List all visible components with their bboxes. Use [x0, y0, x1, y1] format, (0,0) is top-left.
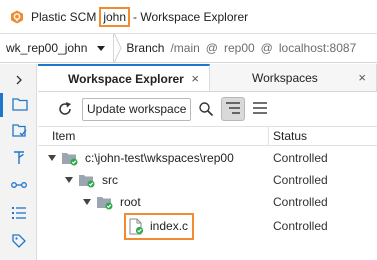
controlled-folder-icon [96, 195, 114, 210]
branch-name[interactable]: /main [170, 41, 199, 55]
at-separator: @ [260, 41, 273, 55]
close-icon[interactable]: × [358, 70, 366, 85]
tab-label: Workspaces [252, 70, 318, 85]
breadcrumb: Branch /main @ rep00 @ localhost:8087 [126, 41, 356, 55]
table-row[interactable]: src Controlled [38, 169, 377, 191]
chevron-right-icon [14, 74, 24, 89]
list-icon [11, 206, 26, 223]
sidebar [0, 64, 37, 260]
list-view-icon [253, 101, 268, 117]
plastic-logo-icon [10, 10, 24, 24]
sidebar-item-list[interactable] [0, 202, 37, 226]
branch-label: Branch [126, 41, 165, 55]
toolbar: Update workspace [38, 92, 377, 126]
list-view-toggle[interactable] [248, 97, 272, 121]
table-row[interactable]: index.c Controlled [38, 212, 377, 240]
table-row[interactable]: root Controlled [38, 191, 377, 213]
table-header: Item Status [38, 126, 377, 146]
window-title: Plastic SCM john - Workspace Explorer [31, 6, 249, 27]
sidebar-item-labels[interactable] [0, 230, 37, 254]
item-name: c:\john-test\wkspaces\rep00 [85, 151, 234, 165]
server-name[interactable]: localhost:8087 [279, 41, 356, 55]
sidebar-item-changesets[interactable] [0, 174, 37, 198]
table-row[interactable]: c:\john-test\wkspaces\rep00 Controlled [38, 147, 377, 169]
item-status: Controlled [273, 173, 328, 187]
tab-workspace-explorer[interactable]: Workspace Explorer × [38, 64, 210, 91]
sidebar-expand-button[interactable] [0, 69, 37, 93]
tab-label: Workspace Explorer [68, 71, 184, 86]
item-status: Controlled [273, 151, 328, 165]
column-header-status[interactable]: Status [268, 127, 377, 145]
close-icon[interactable]: × [191, 71, 199, 86]
item-name: root [120, 195, 141, 209]
expand-triangle-icon[interactable] [83, 199, 91, 205]
sidebar-item-pending-changes[interactable] [0, 120, 37, 144]
expand-triangle-icon[interactable] [65, 177, 73, 183]
pending-changes-icon [11, 123, 27, 142]
item-name: src [102, 173, 118, 187]
workspace-name: wk_rep00_john [6, 41, 88, 55]
search-icon[interactable] [195, 98, 217, 120]
controlled-folder-icon [61, 151, 79, 166]
repository-name[interactable]: rep00 [224, 41, 255, 55]
tab-workspaces[interactable]: Workspaces × [210, 64, 377, 91]
item-status: Controlled [273, 219, 328, 233]
workspace-bar: wk_rep00_john Branch /main @ rep00 @ loc… [0, 33, 377, 63]
breadcrumb-separator [114, 33, 124, 63]
app-name: Plastic SCM [31, 9, 97, 24]
title-user-highlight: john [99, 6, 131, 27]
controlled-folder-icon [78, 173, 96, 188]
changesets-icon [10, 179, 27, 193]
title-suffix: - Workspace Explorer [133, 9, 249, 24]
tree-view-toggle[interactable] [221, 97, 246, 121]
tab-strip: Workspace Explorer × Workspaces × [38, 64, 377, 92]
item-name: index.c [150, 219, 189, 233]
expand-triangle-icon[interactable] [48, 155, 56, 161]
sidebar-item-workspace-explorer[interactable] [0, 93, 37, 117]
column-header-item[interactable]: Item [38, 129, 268, 143]
tree-view-icon [226, 101, 241, 117]
at-separator: @ [205, 41, 218, 55]
chevron-down-icon [97, 45, 106, 51]
title-bar: Plastic SCM john - Workspace Explorer [0, 0, 377, 33]
refresh-icon[interactable] [54, 98, 76, 120]
folder-icon [12, 97, 28, 114]
item-status: Controlled [273, 195, 328, 209]
workspace-selector[interactable]: wk_rep00_john [0, 34, 115, 62]
branches-icon [11, 150, 27, 169]
controlled-file-icon [129, 218, 144, 235]
update-workspace-button[interactable]: Update workspace [82, 97, 192, 121]
labels-icon [11, 233, 26, 251]
sidebar-item-branches[interactable] [0, 147, 37, 171]
file-highlight: index.c [124, 212, 195, 240]
file-tree: c:\john-test\wkspaces\rep00 Controlled s… [38, 147, 377, 240]
